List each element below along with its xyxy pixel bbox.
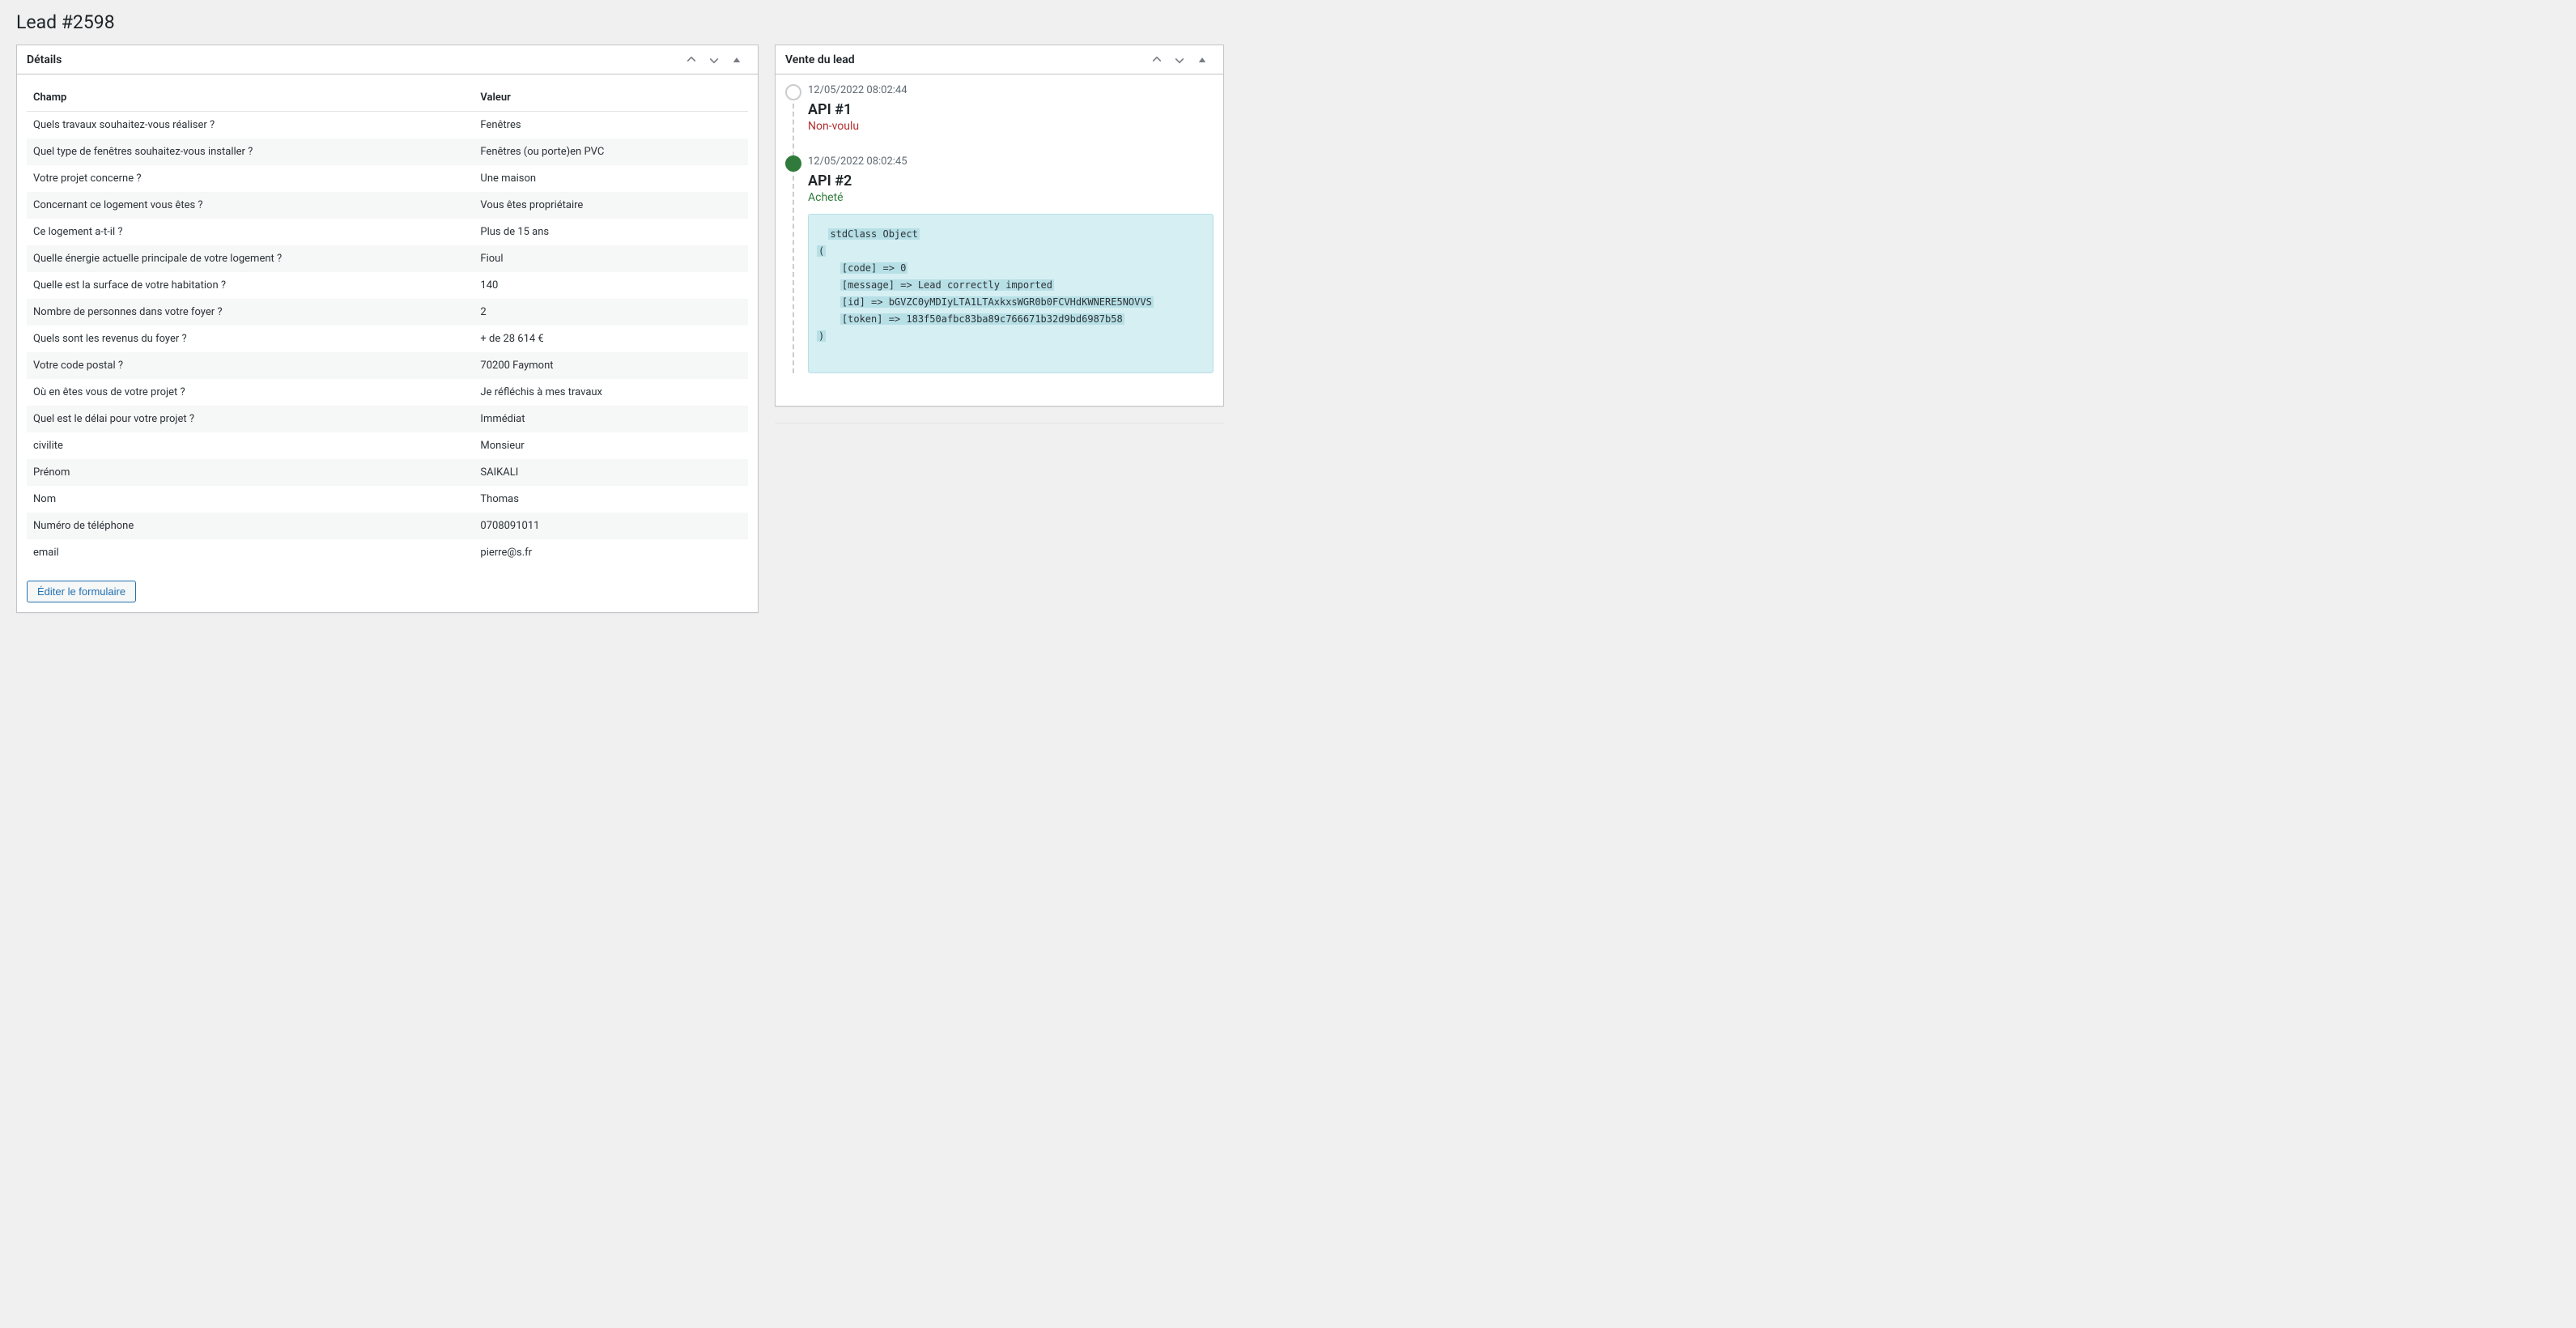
field-cell: Quel est le délai pour votre projet ?	[27, 406, 474, 432]
value-cell: Fioul	[474, 245, 748, 272]
field-cell: civilite	[27, 432, 474, 459]
table-row: Quel type de fenêtres souhaitez-vous ins…	[27, 138, 748, 165]
field-cell: Prénom	[27, 459, 474, 486]
table-row: Quelle énergie actuelle principale de vo…	[27, 245, 748, 272]
table-row: Concernant ce logement vous êtes ?Vous ê…	[27, 192, 748, 219]
table-row: NomThomas	[27, 486, 748, 513]
table-row: Nombre de personnes dans votre foyer ?2	[27, 299, 748, 326]
details-panel-header: Détails	[17, 45, 758, 74]
field-cell: Numéro de téléphone	[27, 513, 474, 539]
timeline-date: 12/05/2022 08:02:44	[808, 84, 1214, 96]
sale-panel: Vente du lead	[775, 45, 1224, 406]
timeline-title: API #1	[808, 101, 1214, 118]
table-row: Quelle est la surface de votre habitatio…	[27, 272, 748, 299]
timeline-dot	[785, 155, 801, 172]
field-cell: Votre projet concerne ?	[27, 165, 474, 192]
table-row: Votre code postal ?70200 Faymont	[27, 352, 748, 379]
table-row: Numéro de téléphone0708091011	[27, 513, 748, 539]
timeline-line	[793, 87, 794, 373]
sale-timeline: 12/05/2022 08:02:44API #1Non-voulu12/05/…	[785, 84, 1214, 373]
value-cell: 2	[474, 299, 748, 326]
timeline-item: 12/05/2022 08:02:44 API #1 Non-voulu	[808, 84, 1214, 133]
value-cell: SAIKALI	[474, 459, 748, 486]
value-cell: Monsieur	[474, 432, 748, 459]
table-row: PrénomSAIKALI	[27, 459, 748, 486]
field-cell: Ce logement a-t-il ?	[27, 219, 474, 245]
sale-panel-controls	[1146, 49, 1214, 71]
value-cell: Fenêtres (ou porte)en PVC	[474, 138, 748, 165]
value-cell: Je réfléchis à mes travaux	[474, 379, 748, 406]
page-title: Lead #2598	[16, 0, 2560, 45]
value-cell: Une maison	[474, 165, 748, 192]
value-cell: Thomas	[474, 486, 748, 513]
field-cell: Quel type de fenêtres souhaitez-vous ins…	[27, 138, 474, 165]
sale-panel-header: Vente du lead	[776, 45, 1223, 74]
move-down-button[interactable]	[1168, 49, 1191, 71]
section-separator	[775, 423, 1224, 424]
chevron-down-icon	[708, 53, 721, 66]
move-up-button[interactable]	[680, 49, 703, 71]
timeline-title: API #2	[808, 172, 1214, 189]
caret-up-icon	[1197, 55, 1207, 65]
value-cell: 70200 Faymont	[474, 352, 748, 379]
sale-panel-body: 12/05/2022 08:02:44API #1Non-voulu12/05/…	[776, 74, 1223, 406]
value-cell: 140	[474, 272, 748, 299]
timeline-status: Acheté	[808, 191, 1214, 204]
table-row: Où en êtes vous de votre projet ?Je réfl…	[27, 379, 748, 406]
field-cell: Nombre de personnes dans votre foyer ?	[27, 299, 474, 326]
table-row: Ce logement a-t-il ?Plus de 15 ans	[27, 219, 748, 245]
main-layout: Détails	[16, 45, 2560, 629]
table-row: Quel est le délai pour votre projet ?Imm…	[27, 406, 748, 432]
value-cell: + de 28 614 €	[474, 326, 748, 352]
move-down-button[interactable]	[703, 49, 725, 71]
details-panel-controls	[680, 49, 748, 71]
collapse-button[interactable]	[725, 49, 748, 71]
caret-up-icon	[732, 55, 742, 65]
details-panel-body: Champ Valeur Quels travaux souhaitez-vou…	[17, 74, 758, 612]
field-cell: Quels travaux souhaitez-vous réaliser ?	[27, 112, 474, 139]
details-panel-title: Détails	[27, 53, 62, 66]
edit-form-button[interactable]: Éditer le formulaire	[27, 581, 136, 602]
details-col-field: Champ	[27, 84, 474, 112]
value-cell: Vous êtes propriétaire	[474, 192, 748, 219]
value-cell: Immédiat	[474, 406, 748, 432]
value-cell: pierre@s.fr	[474, 539, 748, 566]
value-cell: Plus de 15 ans	[474, 219, 748, 245]
field-cell: Où en êtes vous de votre projet ?	[27, 379, 474, 406]
details-col-value: Valeur	[474, 84, 748, 112]
details-panel: Détails	[16, 45, 759, 613]
api-response-dump: stdClass Object ( [code] => 0 [message] …	[808, 214, 1214, 373]
field-cell: Concernant ce logement vous êtes ?	[27, 192, 474, 219]
timeline-date: 12/05/2022 08:02:45	[808, 155, 1214, 168]
chevron-up-icon	[1150, 53, 1163, 66]
field-cell: Nom	[27, 486, 474, 513]
sale-panel-title: Vente du lead	[785, 53, 855, 66]
collapse-button[interactable]	[1191, 49, 1214, 71]
field-cell: email	[27, 539, 474, 566]
chevron-up-icon	[685, 53, 698, 66]
timeline-status: Non-voulu	[808, 120, 1214, 133]
field-cell: Quelle énergie actuelle principale de vo…	[27, 245, 474, 272]
details-table: Champ Valeur Quels travaux souhaitez-vou…	[27, 84, 748, 566]
field-cell: Quelle est la surface de votre habitatio…	[27, 272, 474, 299]
timeline-dot	[785, 84, 801, 100]
table-row: Quels sont les revenus du foyer ?+ de 28…	[27, 326, 748, 352]
chevron-down-icon	[1173, 53, 1186, 66]
field-cell: Votre code postal ?	[27, 352, 474, 379]
value-cell: Fenêtres	[474, 112, 748, 139]
move-up-button[interactable]	[1146, 49, 1168, 71]
field-cell: Quels sont les revenus du foyer ?	[27, 326, 474, 352]
table-row: Votre projet concerne ?Une maison	[27, 165, 748, 192]
table-row: civiliteMonsieur	[27, 432, 748, 459]
table-row: Quels travaux souhaitez-vous réaliser ?F…	[27, 112, 748, 139]
timeline-item: 12/05/2022 08:02:45 API #2 Acheté stdClass…	[808, 155, 1214, 373]
table-row: emailpierre@s.fr	[27, 539, 748, 566]
value-cell: 0708091011	[474, 513, 748, 539]
